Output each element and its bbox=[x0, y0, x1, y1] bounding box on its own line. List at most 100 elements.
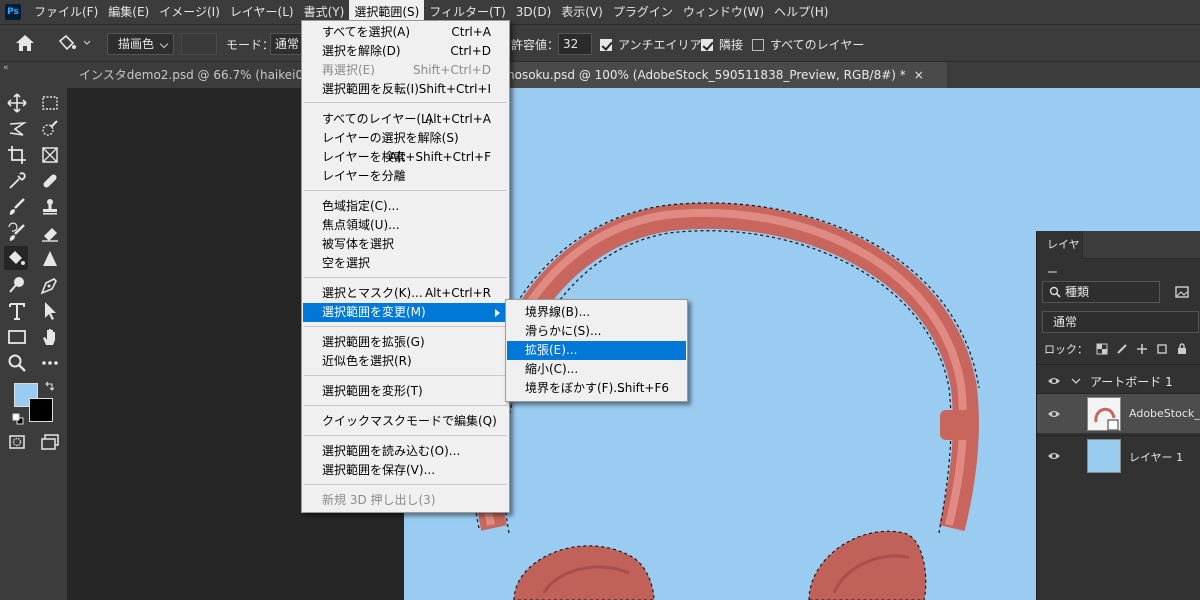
quick-select-icon[interactable] bbox=[38, 117, 62, 141]
hand-icon[interactable] bbox=[38, 325, 62, 349]
healing-brush-icon[interactable] bbox=[38, 169, 62, 193]
menu-item-quick-mask[interactable]: クイックマスクモードで編集(Q) bbox=[303, 412, 508, 431]
menu-item-similar[interactable]: 近似色を選択(R) bbox=[303, 352, 508, 371]
chevron-down-icon[interactable] bbox=[1071, 377, 1081, 385]
menu-window[interactable]: ウィンドウ(W) bbox=[678, 0, 769, 24]
submenu-item-smooth[interactable]: 滑らかに(S)... bbox=[507, 322, 686, 341]
submenu-item-border[interactable]: 境界線(B)... bbox=[507, 303, 686, 322]
layer-name: レイヤー 1 bbox=[1129, 451, 1184, 464]
all-layers-checkbox[interactable]: すべてのレイヤー bbox=[752, 36, 864, 53]
menu-item-select-sky[interactable]: 空を選択 bbox=[303, 254, 508, 273]
fill-source-select[interactable]: 描画色 bbox=[107, 33, 174, 55]
tab-layers[interactable]: レイヤー bbox=[1037, 231, 1083, 279]
eraser-icon[interactable] bbox=[38, 221, 62, 245]
menu-image[interactable]: イメージ(I) bbox=[154, 0, 225, 24]
menu-bar: Ps ファイル(F) 編集(E) イメージ(I) レイヤー(L) 書式(Y) 選… bbox=[0, 0, 1200, 24]
home-icon[interactable] bbox=[14, 33, 36, 53]
default-colors-icon[interactable] bbox=[12, 413, 24, 425]
background-color-swatch[interactable] bbox=[29, 398, 53, 422]
menu-item-save-selection[interactable]: 選択範囲を保存(V)... bbox=[303, 461, 508, 480]
eye-icon[interactable] bbox=[1047, 409, 1061, 419]
lasso-icon[interactable] bbox=[5, 117, 29, 141]
menu-3d[interactable]: 3D(D) bbox=[511, 0, 556, 24]
dodge-icon[interactable] bbox=[5, 273, 29, 297]
menu-view[interactable]: 表示(V) bbox=[556, 0, 608, 24]
pattern-picker[interactable] bbox=[181, 33, 217, 55]
pen-icon[interactable] bbox=[38, 273, 62, 297]
marquee-icon[interactable] bbox=[38, 91, 62, 115]
swap-colors-icon[interactable] bbox=[44, 380, 56, 392]
eye-icon[interactable] bbox=[1047, 376, 1061, 386]
blend-mode-select[interactable]: 通常 bbox=[1042, 311, 1199, 333]
image-filter-icon[interactable] bbox=[1173, 283, 1191, 301]
move-icon[interactable] bbox=[5, 91, 29, 115]
layer-row-adobestock[interactable]: AdobeStock_5 bbox=[1037, 393, 1200, 433]
contiguous-checkbox[interactable]: 隣接 bbox=[701, 36, 743, 53]
menu-item-find-layers[interactable]: レイヤーを検索 Alt+Shift+Ctrl+F bbox=[303, 148, 508, 167]
menu-item-modify[interactable]: 選択範囲を変更(M) bbox=[303, 303, 508, 322]
crop-icon[interactable] bbox=[5, 143, 29, 167]
menu-item-deselect-layers[interactable]: レイヤーの選択を解除(S) bbox=[303, 129, 508, 148]
layer-kind-filter[interactable]: 種類 bbox=[1042, 281, 1160, 303]
submenu-item-contract[interactable]: 縮小(C)... bbox=[507, 360, 686, 379]
menu-item-label: すべてのレイヤー(L) bbox=[322, 112, 433, 126]
antialias-checkbox[interactable]: アンチエイリアス bbox=[600, 36, 714, 53]
menu-item-label: 選択範囲を拡張(G) bbox=[322, 335, 425, 349]
menu-edit[interactable]: 編集(E) bbox=[103, 0, 154, 24]
type-icon[interactable] bbox=[5, 299, 29, 323]
more-tools-icon[interactable] bbox=[38, 351, 62, 375]
tab-instagram-demo[interactable]: インスタdemo2.psd @ 66.7% (haikei01_72_g bbox=[67, 62, 305, 88]
tolerance-input[interactable]: 32 bbox=[558, 33, 592, 55]
menu-item-color-range[interactable]: 色域指定(C)... bbox=[303, 197, 508, 216]
menu-layer[interactable]: レイヤー(L) bbox=[225, 0, 299, 24]
stamp-icon[interactable] bbox=[38, 195, 62, 219]
sharpen-icon[interactable] bbox=[38, 247, 62, 271]
close-icon[interactable]: × bbox=[914, 68, 924, 82]
menu-separator bbox=[304, 435, 507, 436]
menu-separator bbox=[304, 375, 507, 376]
submenu-item-feather[interactable]: 境界をぼかす(F)... Shift+F6 bbox=[507, 379, 686, 398]
menu-item-transform-selection[interactable]: 選択範囲を変形(T) bbox=[303, 382, 508, 401]
menu-item-label: 選択範囲を反転(I) bbox=[322, 82, 419, 96]
menu-item-select-subject[interactable]: 被写体を選択 bbox=[303, 235, 508, 254]
eyedropper-icon[interactable] bbox=[5, 169, 29, 193]
screen-mode-icon[interactable] bbox=[38, 430, 62, 454]
menu-item-label: 拡張(E)... bbox=[525, 343, 578, 357]
menu-help[interactable]: ヘルプ(H) bbox=[769, 0, 833, 24]
menu-item-select-all[interactable]: すべてを選択(A) Ctrl+A bbox=[303, 23, 508, 42]
lock-position-icon[interactable] bbox=[1136, 343, 1148, 355]
menu-item-label: 選択範囲を変形(T) bbox=[322, 384, 423, 398]
menu-item-select-and-mask[interactable]: 選択とマスク(K)... Alt+Ctrl+R bbox=[303, 284, 508, 303]
quick-mask-icon[interactable] bbox=[5, 430, 29, 454]
lock-pixels-icon[interactable] bbox=[1116, 343, 1128, 355]
menu-plugins[interactable]: プラグイン bbox=[608, 0, 678, 24]
brush-icon[interactable] bbox=[5, 195, 29, 219]
menu-file[interactable]: ファイル(F) bbox=[29, 0, 103, 24]
layer-row-layer1[interactable]: レイヤー 1 bbox=[1037, 435, 1200, 475]
layer-kind-label: 種類 bbox=[1065, 285, 1090, 299]
menu-item-label: 縮小(C)... bbox=[525, 362, 579, 376]
menu-item-isolate-layers[interactable]: レイヤーを分離 bbox=[303, 167, 508, 186]
lock-transparent-icon[interactable] bbox=[1096, 343, 1108, 355]
rectangle-icon[interactable] bbox=[5, 325, 29, 349]
submenu-item-expand[interactable]: 拡張(E)... bbox=[507, 341, 686, 360]
collapse-icon[interactable]: « bbox=[3, 63, 9, 73]
path-select-icon[interactable] bbox=[38, 299, 62, 323]
menu-item-inverse[interactable]: 選択範囲を反転(I) Shift+Ctrl+I bbox=[303, 80, 508, 99]
menu-item-grow[interactable]: 選択範囲を拡張(G) bbox=[303, 333, 508, 352]
zoom-icon[interactable] bbox=[5, 351, 29, 375]
lock-artboard-icon[interactable] bbox=[1156, 343, 1168, 355]
menu-item-load-selection[interactable]: 選択範囲を読み込む(O)... bbox=[303, 442, 508, 461]
shortcut-label: Ctrl+D bbox=[450, 44, 491, 58]
history-brush-icon[interactable] bbox=[5, 221, 29, 245]
lock-icon[interactable] bbox=[1176, 343, 1188, 355]
paint-bucket-icon[interactable] bbox=[4, 246, 28, 270]
artboard-row[interactable]: アートボード 1 bbox=[1037, 364, 1200, 396]
menu-item-all-layers[interactable]: すべてのレイヤー(L) Alt+Ctrl+A bbox=[303, 110, 508, 129]
menu-item-deselect[interactable]: 選択を解除(D) Ctrl+D bbox=[303, 42, 508, 61]
paint-bucket-preset-icon[interactable] bbox=[56, 33, 96, 53]
tab-hosoku[interactable]: hosoku.psd @ 100% (AdobeStock_590511838_… bbox=[507, 62, 947, 88]
frame-icon[interactable] bbox=[38, 143, 62, 167]
menu-item-focus-area[interactable]: 焦点領域(U)... bbox=[303, 216, 508, 235]
eye-icon[interactable] bbox=[1047, 451, 1061, 461]
